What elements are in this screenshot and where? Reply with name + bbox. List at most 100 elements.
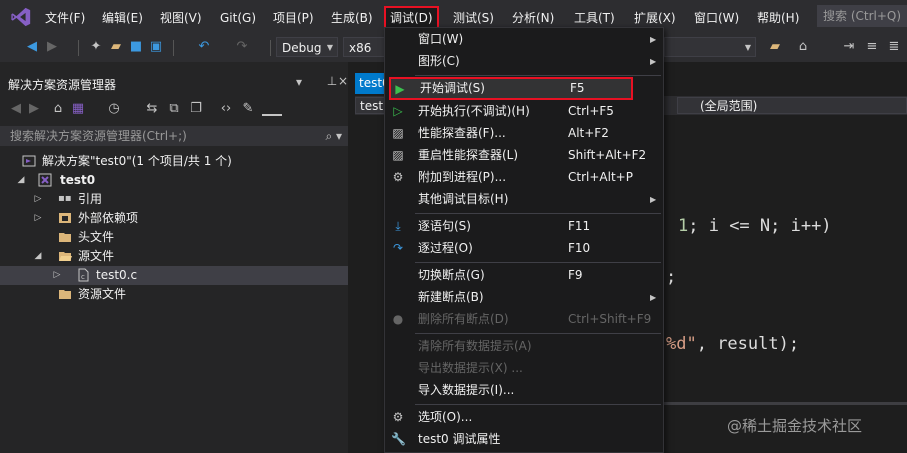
show-all-files-icon[interactable]: ❐ — [188, 100, 204, 118]
menu-test[interactable]: 测试(S) — [453, 9, 494, 27]
global-search-input[interactable]: 搜索 (Ctrl+Q) — [817, 5, 907, 27]
redo-icon[interactable]: ↷ — [234, 39, 250, 55]
tree-item-solution[interactable]: 解决方案"test0"(1 个项目/共 1 个) — [0, 152, 348, 171]
undo-icon[interactable]: ↶ — [196, 39, 212, 55]
menu-item-attach-to-process[interactable]: ⚙ 附加到进程(P)... Ctrl+Alt+P — [385, 167, 663, 188]
solution-search-input[interactable]: 搜索解决方案资源管理器(Ctrl+;) ⌕ ▾ — [0, 126, 348, 146]
menu-build[interactable]: 生成(B) — [331, 9, 373, 27]
menu-item-windows[interactable]: 窗口(W) ▶ — [385, 29, 663, 50]
toolbar-separator — [173, 40, 174, 56]
code-view-icon[interactable]: ‹› — [218, 100, 234, 118]
relaunch-profiler-icon: ▨ — [392, 148, 404, 162]
forward-arrow-icon[interactable]: ▶ — [44, 39, 60, 55]
back-arrow-icon[interactable]: ◀ — [8, 100, 24, 118]
menu-edit[interactable]: 编辑(E) — [102, 9, 143, 27]
home-icon[interactable]: ⌂ — [795, 39, 811, 55]
svg-text:c: c — [81, 273, 85, 281]
menu-item-debug-properties[interactable]: 🔧 test0 调试属性 — [385, 429, 663, 450]
collapsed-arrow-icon[interactable]: ▷ — [52, 266, 62, 285]
menu-analyze[interactable]: 分析(N) — [512, 9, 554, 27]
preview-icon[interactable] — [262, 100, 282, 116]
folder-browse-icon[interactable]: ▰ — [767, 39, 783, 55]
menu-window[interactable]: 窗口(W) — [694, 9, 739, 27]
collapse-all-icon[interactable]: ⧉ — [166, 100, 182, 118]
menu-item-performance-profiler[interactable]: ▨ 性能探查器(F)... Alt+F2 — [385, 123, 663, 144]
close-icon[interactable]: × — [338, 74, 348, 88]
save-all-icon[interactable]: ▣ — [148, 39, 164, 55]
menu-extensions[interactable]: 扩展(X) — [634, 9, 676, 27]
solution-search-placeholder: 搜索解决方案资源管理器(Ctrl+;) — [10, 129, 187, 143]
visual-studio-logo[interactable] — [10, 6, 32, 28]
config-select[interactable]: Debug ▼ — [276, 37, 338, 57]
menu-help[interactable]: 帮助(H) — [757, 9, 799, 27]
chevron-down-icon: ▼ — [744, 43, 751, 52]
platform-select[interactable]: x86 — [343, 37, 385, 57]
menu-item-label: test0 调试属性 — [418, 432, 501, 446]
menu-item-new-breakpoint[interactable]: 新建断点(B) ▶ — [385, 287, 663, 308]
open-folder-icon[interactable]: ▰ — [108, 39, 124, 55]
expanded-arrow-icon[interactable]: ◢ — [33, 247, 43, 266]
home-icon[interactable]: ⌂ — [50, 100, 66, 118]
references-icon: ▪▪ — [58, 193, 72, 204]
menu-tools[interactable]: 工具(T) — [574, 9, 615, 27]
search-icon[interactable]: ⌕ ▾ — [325, 126, 342, 146]
menu-item-options[interactable]: ⚙ 选项(O)... — [385, 407, 663, 428]
menu-item-shortcut: Alt+F2 — [568, 126, 609, 140]
nav-scope-select[interactable]: (全局范围) — [677, 97, 907, 114]
new-project-icon[interactable]: ✦ — [88, 39, 104, 55]
menu-item-toggle-breakpoint[interactable]: 切换断点(G) F9 — [385, 265, 663, 286]
panel-dropdown-icon[interactable]: ▾ — [296, 75, 306, 89]
menu-item-graphics[interactable]: 图形(C) ▶ — [385, 51, 663, 72]
code-line-printf[interactable]: %d", result); — [666, 334, 799, 354]
collapsed-arrow-icon[interactable]: ▷ — [33, 209, 43, 228]
editor-tab[interactable]: test0 — [355, 73, 385, 94]
menu-view[interactable]: 视图(V) — [160, 9, 202, 27]
menu-project[interactable]: 项目(P) — [273, 9, 314, 27]
menu-item-shortcut: F5 — [570, 81, 585, 95]
tree-item-project[interactable]: ◢ test0 — [0, 171, 348, 190]
switch-views-icon[interactable]: ▦ — [70, 100, 86, 118]
step-icon[interactable]: ⇥ — [841, 39, 857, 55]
chevron-down-icon: ▼ — [326, 43, 333, 52]
tree-item-external-dependencies[interactable]: ▷ 外部依赖项 — [0, 209, 348, 228]
comment-icon[interactable]: ≡ — [864, 39, 880, 55]
editor-horizontal-scrollbar[interactable] — [661, 402, 907, 405]
tree-item-resource-files[interactable]: 资源文件 — [0, 285, 348, 304]
menu-item-import-data-tips[interactable]: 导入数据提示(I)... — [385, 380, 663, 401]
menu-item-start-without-debugging[interactable]: ▷ 开始执行(不调试)(H) Ctrl+F5 — [385, 101, 663, 122]
step-over-icon: ↷ — [392, 241, 404, 255]
menu-item-delete-all-breakpoints[interactable]: ● 删除所有断点(D) Ctrl+Shift+F9 — [385, 309, 663, 330]
tree-item-source-files[interactable]: ◢ 源文件 — [0, 247, 348, 266]
tree-item-test0-c[interactable]: ▷ c test0.c — [0, 266, 348, 285]
menu-item-start-debugging[interactable]: ▶ 开始调试(S) F5 — [389, 77, 633, 100]
profiler-icon: ▨ — [392, 126, 404, 140]
menu-separator — [415, 213, 661, 214]
menu-item-other-debug-targets[interactable]: 其他调试目标(H) ▶ — [385, 189, 663, 210]
menu-git[interactable]: Git(G) — [220, 9, 256, 27]
pending-changes-icon[interactable]: ◷ — [106, 100, 122, 118]
expanded-arrow-icon[interactable]: ◢ — [16, 171, 26, 190]
menu-file[interactable]: 文件(F) — [45, 9, 85, 27]
uncomment-icon[interactable]: ≣ — [886, 39, 902, 55]
menu-item-shortcut: F11 — [568, 219, 591, 233]
sync-icon[interactable]: ⇆ — [144, 100, 160, 118]
collapsed-arrow-icon[interactable]: ▷ — [33, 190, 43, 209]
tree-item-references[interactable]: ▷ ▪▪ 引用 — [0, 190, 348, 209]
wrench-icon[interactable]: ✎ — [240, 100, 256, 118]
save-icon[interactable]: ■ — [128, 39, 144, 55]
code-line-statement[interactable]: ; — [666, 267, 676, 287]
menu-item-step-into[interactable]: ⤓ 逐语句(S) F11 — [385, 216, 663, 237]
code-line-loop[interactable]: 1; i <= N; i++) — [678, 216, 832, 236]
menu-item-label: 性能探查器(F)... — [418, 126, 506, 140]
menu-item-relaunch-profiler[interactable]: ▨ 重启性能探查器(L) Shift+Alt+F2 — [385, 145, 663, 166]
menu-separator — [415, 333, 661, 334]
attach-process-icon: ⚙ — [392, 170, 404, 184]
tree-item-header-files[interactable]: 头文件 — [0, 228, 348, 247]
forward-arrow-icon[interactable]: ▶ — [26, 100, 42, 118]
startup-item-select[interactable]: ▼ — [664, 37, 756, 57]
menu-item-export-data-tips[interactable]: 导出数据提示(X) ... — [385, 358, 663, 379]
menu-item-step-over[interactable]: ↷ 逐过程(O) F10 — [385, 238, 663, 259]
menu-item-clear-data-tips[interactable]: 清除所有数据提示(A) — [385, 336, 663, 357]
solution-icon — [22, 155, 36, 167]
back-arrow-icon[interactable]: ◀ — [24, 39, 40, 55]
